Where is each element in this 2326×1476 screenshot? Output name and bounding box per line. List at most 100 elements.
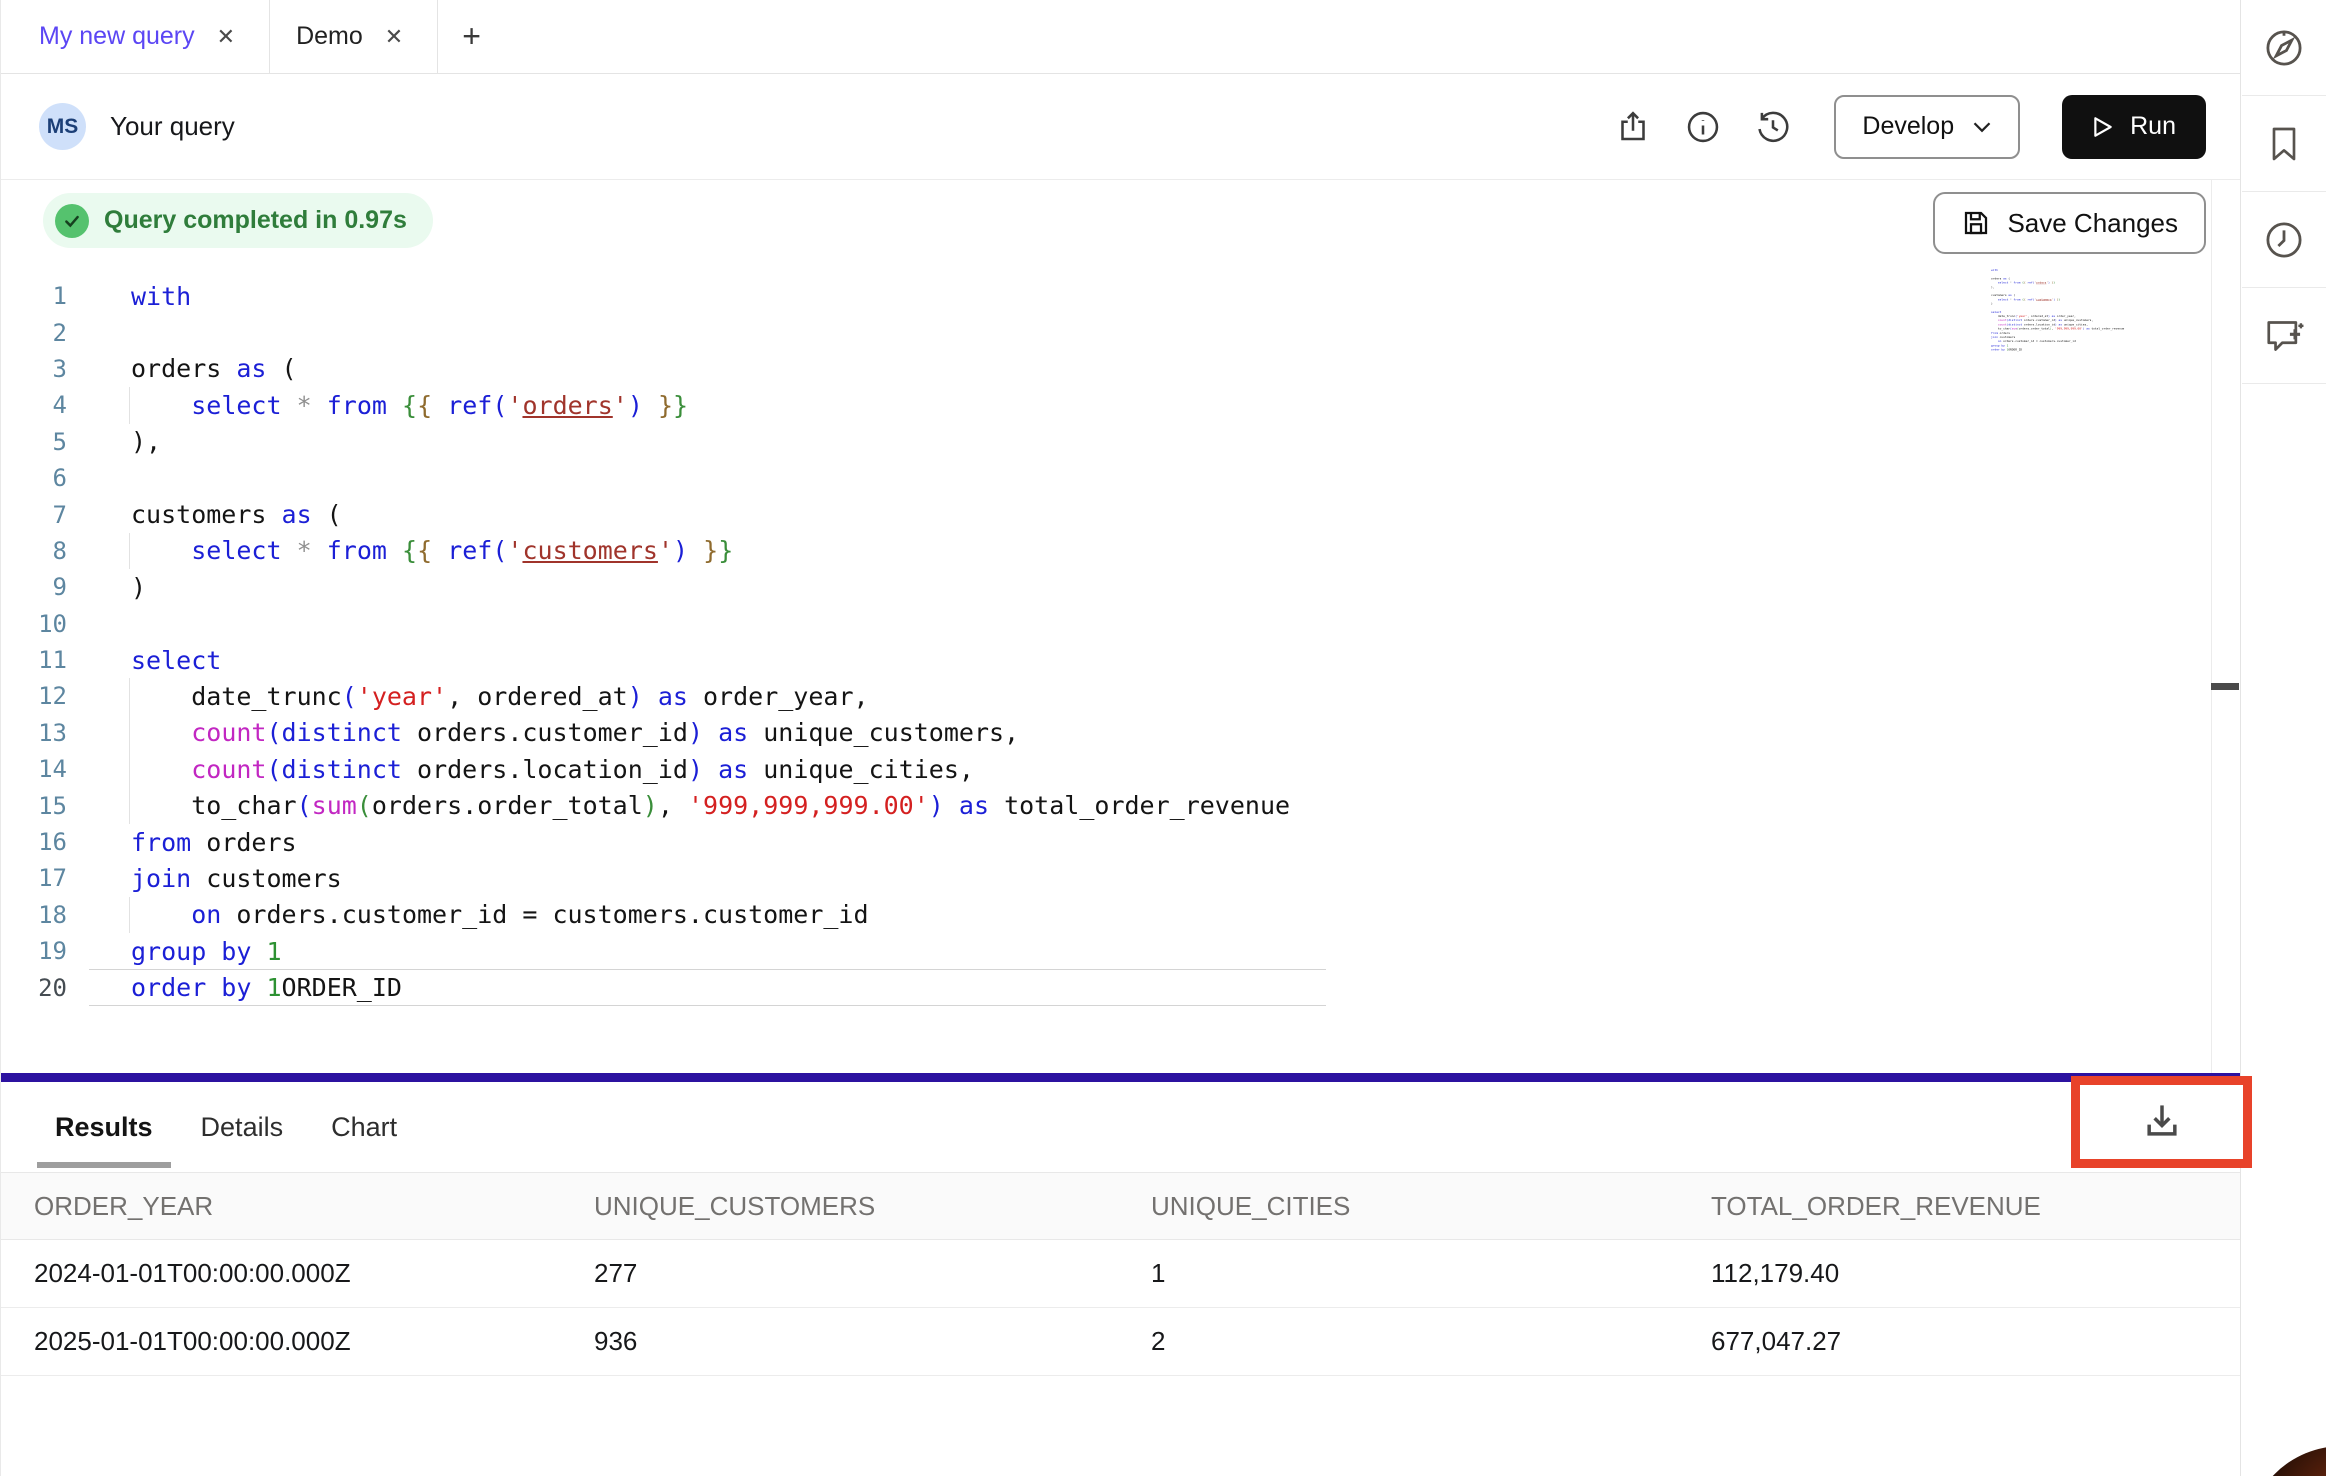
table-cell: 277 [594, 1258, 1151, 1289]
code-line[interactable]: 4 select * from {{ ref('orders') }} [1, 387, 1290, 423]
line-number: 5 [1, 428, 67, 456]
line-number: 16 [1, 828, 67, 856]
indent-guide [129, 897, 130, 933]
compass-icon [2263, 27, 2305, 69]
results-table-body: 2024-01-01T00:00:00.000Z2771112,179.4020… [1, 1240, 2240, 1376]
results-tab[interactable]: Details [183, 1082, 302, 1172]
line-number: 18 [1, 901, 67, 929]
panel-resize-divider[interactable] [1, 1073, 2240, 1082]
play-icon [2092, 115, 2114, 139]
share-icon[interactable] [1610, 104, 1656, 150]
save-changes-button[interactable]: Save Changes [1933, 192, 2206, 254]
code-line[interactable]: 20order by 1ORDER_ID [1, 969, 1290, 1005]
code-line[interactable]: 15 to_char(sum(orders.order_total), '999… [1, 787, 1290, 823]
run-button[interactable]: Run [2062, 95, 2206, 159]
code-line[interactable]: 13 count(distinct orders.customer_id) as… [1, 715, 1290, 751]
code-line[interactable]: 3orders as ( [1, 351, 1290, 387]
code-line[interactable]: 5), [1, 424, 1290, 460]
explore-nav-item[interactable] [2242, 0, 2326, 96]
line-number: 10 [1, 610, 67, 638]
line-number: 2 [1, 319, 67, 347]
editor-scrollbar-thumb[interactable] [2211, 683, 2239, 690]
code-line[interactable]: 8 select * from {{ ref('customers') }} [1, 533, 1290, 569]
history-icon[interactable] [1750, 104, 1796, 150]
main-panel: My new query ✕ Demo ✕ + MS Your query [1, 0, 2241, 1476]
code-line[interactable]: 17join customers [1, 860, 1290, 896]
query-tab-label: My new query [39, 22, 195, 51]
code-area[interactable]: 1with23orders as (4 select * from {{ ref… [1991, 268, 2008, 352]
indent-guide [129, 533, 130, 569]
right-icon-sidebar [2242, 0, 2326, 1476]
code-line[interactable]: 19group by 1 [1, 933, 1290, 969]
query-status-text: Query completed in 0.97s [104, 206, 407, 235]
code-line[interactable]: 20order by 1ORDER_ID [1991, 348, 2008, 352]
results-tab[interactable]: Results [37, 1082, 171, 1172]
editor-minimap[interactable]: 1with23orders as (4 select * from {{ ref… [1991, 268, 2139, 368]
query-tab-bar: My new query ✕ Demo ✕ + [1, 0, 2240, 74]
column-header: UNIQUE_CUSTOMERS [594, 1191, 1151, 1222]
history-nav-item[interactable] [2242, 192, 2326, 288]
code-line[interactable]: 9) [1, 569, 1290, 605]
indent-guide [129, 387, 130, 423]
code-line[interactable]: 12 date_trunc('year', ordered_at) as ord… [1, 678, 1290, 714]
download-icon [2140, 1099, 2184, 1143]
clock-icon [2263, 219, 2305, 261]
run-button-label: Run [2130, 112, 2176, 141]
table-cell: 677,047.27 [1711, 1326, 2240, 1357]
line-number: 14 [1, 755, 67, 783]
column-header: TOTAL_ORDER_REVENUE [1711, 1191, 2240, 1222]
table-cell: 1 [1151, 1258, 1711, 1289]
line-number: 1 [1, 282, 67, 310]
line-number: 20 [1, 974, 67, 1002]
code-line[interactable]: 14 count(distinct orders.location_id) as… [1, 751, 1290, 787]
avatar: MS [39, 103, 86, 150]
results-tab-label: Details [201, 1112, 284, 1143]
code-line[interactable]: 7customers as ( [1, 496, 1290, 532]
results-tab-label: Chart [331, 1112, 397, 1143]
query-status-badge: Query completed in 0.97s [43, 193, 433, 248]
results-tab-label: Results [55, 1112, 153, 1143]
chat-sparkles-icon [2262, 314, 2306, 358]
code-line[interactable]: 11select [1, 642, 1290, 678]
code-line[interactable]: 16from orders [1, 824, 1290, 860]
develop-dropdown[interactable]: Develop [1834, 95, 2020, 159]
results-tab-bar: Results Details Chart [1, 1082, 2240, 1172]
save-changes-label: Save Changes [2007, 208, 2178, 239]
new-tab-button[interactable]: + [438, 0, 505, 73]
line-number: 3 [1, 355, 67, 383]
line-number: 15 [1, 792, 67, 820]
code-area[interactable]: 1with 2 3orders as (4 select * from {{ ref… [1, 278, 1290, 1006]
query-tab[interactable]: Demo ✕ [270, 0, 438, 73]
app-window: My new query ✕ Demo ✕ + MS Your query [0, 0, 2326, 1476]
page-title: Your query [110, 111, 235, 142]
query-tab[interactable]: My new query ✕ [13, 0, 270, 73]
info-icon[interactable] [1680, 104, 1726, 150]
close-tab-icon[interactable]: ✕ [385, 24, 403, 50]
table-cell: 2024-01-01T00:00:00.000Z [34, 1258, 594, 1289]
indent-guide [129, 751, 130, 787]
table-row[interactable]: 2024-01-01T00:00:00.000Z2771112,179.40 [1, 1240, 2240, 1308]
results-table-header: ORDER_YEARUNIQUE_CUSTOMERSUNIQUE_CITIEST… [1, 1172, 2240, 1240]
ai-chat-nav-item[interactable] [2242, 288, 2326, 384]
code-line[interactable]: 18 on orders.customer_id = customers.cus… [1, 897, 1290, 933]
results-tab[interactable]: Chart [313, 1082, 415, 1172]
code-line[interactable]: 6 [1, 460, 1290, 496]
query-tab-label: Demo [296, 22, 363, 51]
bookmark-icon [2264, 123, 2304, 165]
table-row[interactable]: 2025-01-01T00:00:00.000Z9362677,047.27 [1, 1308, 2240, 1376]
chevron-down-icon [1972, 120, 1992, 134]
line-number: 12 [1, 682, 67, 710]
code-line[interactable]: 2 [1, 314, 1290, 350]
code-line[interactable]: 10 [1, 606, 1290, 642]
bookmarks-nav-item[interactable] [2242, 96, 2326, 192]
check-circle-icon [55, 204, 89, 238]
code-line[interactable]: 1with [1, 278, 1290, 314]
close-tab-icon[interactable]: ✕ [217, 24, 235, 50]
line-number: 7 [1, 501, 67, 529]
table-cell: 936 [594, 1326, 1151, 1357]
download-results-button[interactable] [2139, 1098, 2185, 1144]
indent-guide [129, 787, 130, 823]
sql-editor[interactable]: Query completed in 0.97s Save Changes 1w… [1, 180, 2240, 1073]
table-cell: 2025-01-01T00:00:00.000Z [34, 1326, 594, 1357]
line-number: 8 [1, 537, 67, 565]
